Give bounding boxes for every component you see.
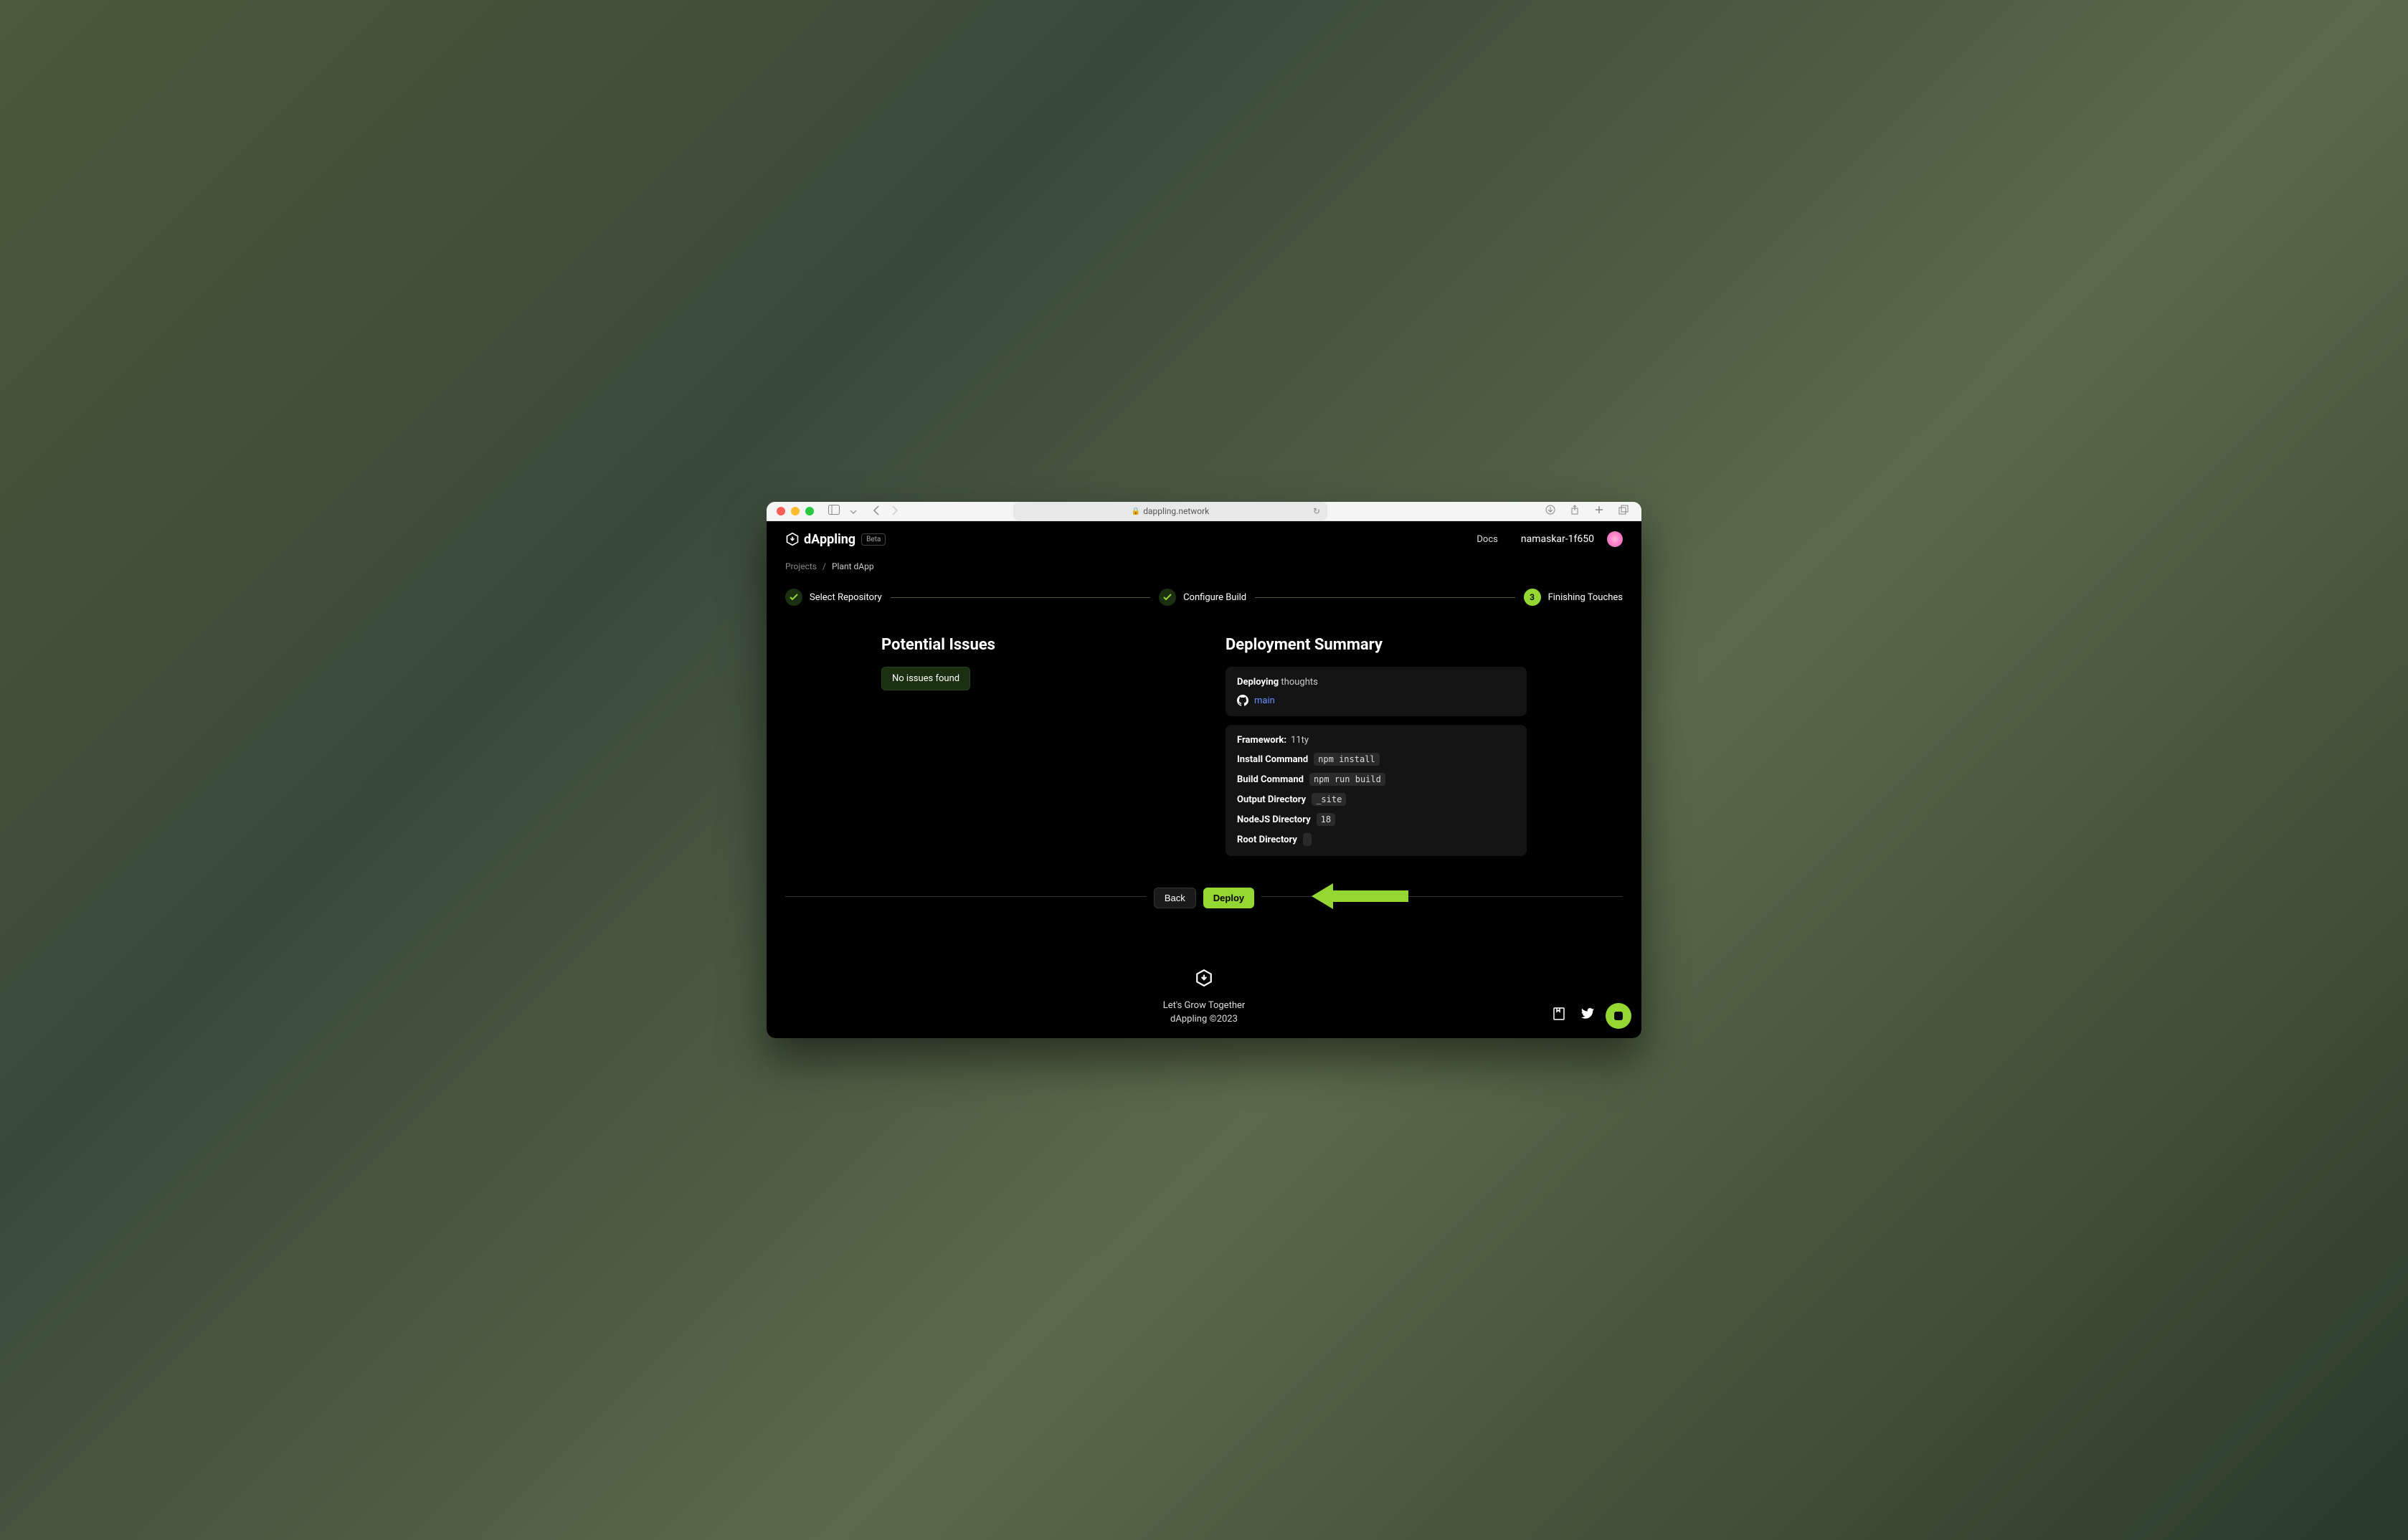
deploying-name: thoughts — [1281, 677, 1317, 688]
node-label: NodeJS Directory — [1237, 814, 1311, 825]
breadcrumb-separator: / — [823, 561, 826, 571]
summary-column: Deployment Summary Deploying thoughts ma… — [1226, 636, 1527, 856]
back-button[interactable]: Back — [1154, 888, 1196, 908]
back-nav-button[interactable] — [868, 503, 884, 520]
docs-link[interactable]: Docs — [1476, 534, 1497, 545]
main-content: Potential Issues No issues found Deploym… — [767, 614, 1641, 878]
footer: Let's Grow Together dAppling ©2023 — [767, 954, 1641, 1038]
node-row: NodeJS Directory 18 — [1237, 813, 1515, 826]
share-icon[interactable] — [1567, 503, 1583, 519]
branch-row: main — [1237, 695, 1515, 706]
output-label: Output Directory — [1237, 794, 1306, 805]
footer-tagline: Let's Grow Together — [785, 1000, 1623, 1011]
step-3-label: Finishing Touches — [1548, 592, 1623, 603]
framework-row: Framework: 11ty — [1237, 735, 1515, 746]
step-1-label: Select Repository — [810, 592, 882, 603]
root-value — [1303, 833, 1312, 846]
install-value: npm install — [1314, 753, 1379, 766]
github-icon — [1237, 695, 1248, 706]
stepper: Select Repository Configure Build 3 Fini… — [767, 580, 1641, 614]
output-value: _site — [1312, 793, 1346, 806]
step-line-1 — [891, 597, 1150, 598]
maximize-window-button[interactable] — [805, 507, 814, 515]
issues-column: Potential Issues No issues found — [881, 636, 1182, 856]
framework-label: Framework: — [1237, 735, 1286, 746]
footer-copyright: dAppling ©2023 — [785, 1014, 1623, 1025]
docs-footer-icon[interactable] — [1553, 1007, 1565, 1023]
address-bar[interactable]: 🔒 dappling.network ↻ — [1013, 502, 1327, 521]
forward-nav-button[interactable] — [887, 503, 903, 520]
browser-right-controls — [1542, 503, 1631, 519]
download-icon[interactable] — [1542, 503, 1558, 519]
chevron-down-icon[interactable] — [847, 504, 860, 518]
deploy-button[interactable]: Deploy — [1203, 888, 1254, 908]
app-content: dAppling Beta Docs namaskar-1f650 Projec… — [767, 521, 1641, 1038]
breadcrumb-projects[interactable]: Projects — [785, 561, 817, 571]
config-card: Framework: 11ty Install Command npm inst… — [1226, 725, 1527, 856]
step-select-repository[interactable]: Select Repository — [785, 589, 882, 606]
deploying-card: Deploying thoughts main — [1226, 667, 1527, 716]
footer-logo-icon — [785, 969, 1623, 990]
install-row: Install Command npm install — [1237, 753, 1515, 766]
summary-title: Deployment Summary — [1226, 636, 1527, 654]
browser-controls — [825, 503, 860, 519]
deploying-text: Deploying thoughts — [1237, 677, 1515, 688]
build-value: npm run build — [1309, 773, 1385, 786]
output-row: Output Directory _site — [1237, 793, 1515, 806]
url-text: dappling.network — [1143, 506, 1209, 516]
build-label: Build Command — [1237, 774, 1304, 785]
install-label: Install Command — [1237, 754, 1308, 765]
minimize-window-button[interactable] — [791, 507, 800, 515]
browser-chrome: 🔒 dappling.network ↻ — [767, 502, 1641, 521]
actions-row: Back Deploy — [767, 878, 1641, 918]
chat-launcher-button[interactable] — [1606, 1003, 1631, 1029]
step-configure-build[interactable]: Configure Build — [1159, 589, 1246, 606]
beta-badge: Beta — [861, 533, 886, 546]
actions-buttons: Back Deploy — [1147, 888, 1261, 908]
step-3-number: 3 — [1524, 589, 1541, 606]
step-2-label: Configure Build — [1183, 592, 1246, 603]
arrow-annotation — [1312, 883, 1412, 915]
issues-title: Potential Issues — [881, 636, 995, 654]
lock-icon: 🔒 — [1132, 508, 1140, 515]
deploying-prefix: Deploying — [1237, 677, 1279, 688]
logo-text: dAppling — [804, 532, 855, 547]
new-tab-icon[interactable] — [1591, 503, 1607, 519]
node-value: 18 — [1317, 813, 1335, 826]
step-2-check-icon — [1159, 589, 1176, 606]
browser-nav — [868, 503, 903, 520]
avatar[interactable] — [1607, 531, 1623, 547]
sidebar-toggle-icon[interactable] — [825, 503, 843, 519]
traffic-lights — [777, 507, 814, 515]
refresh-icon[interactable]: ↻ — [1313, 506, 1320, 516]
breadcrumb: Projects / Plant dApp — [767, 557, 1641, 580]
build-row: Build Command npm run build — [1237, 773, 1515, 786]
breadcrumb-current[interactable]: Plant dApp — [832, 561, 874, 571]
username-display[interactable]: namaskar-1f650 — [1521, 533, 1594, 545]
browser-window: 🔒 dappling.network ↻ dAp — [767, 502, 1641, 1038]
step-line-2 — [1255, 597, 1515, 598]
branch-link[interactable]: main — [1254, 695, 1275, 706]
twitter-icon[interactable] — [1581, 1008, 1594, 1022]
app-header: dAppling Beta Docs namaskar-1f650 — [767, 521, 1641, 557]
root-row: Root Directory — [1237, 833, 1515, 846]
root-label: Root Directory — [1237, 835, 1297, 845]
logo-icon — [785, 532, 800, 546]
framework-value: 11ty — [1291, 735, 1309, 746]
step-finishing-touches[interactable]: 3 Finishing Touches — [1524, 589, 1623, 606]
tabs-icon[interactable] — [1616, 503, 1631, 519]
logo[interactable]: dAppling Beta — [785, 532, 886, 547]
issues-badge: No issues found — [881, 667, 970, 690]
step-1-check-icon — [785, 589, 802, 606]
close-window-button[interactable] — [777, 507, 785, 515]
